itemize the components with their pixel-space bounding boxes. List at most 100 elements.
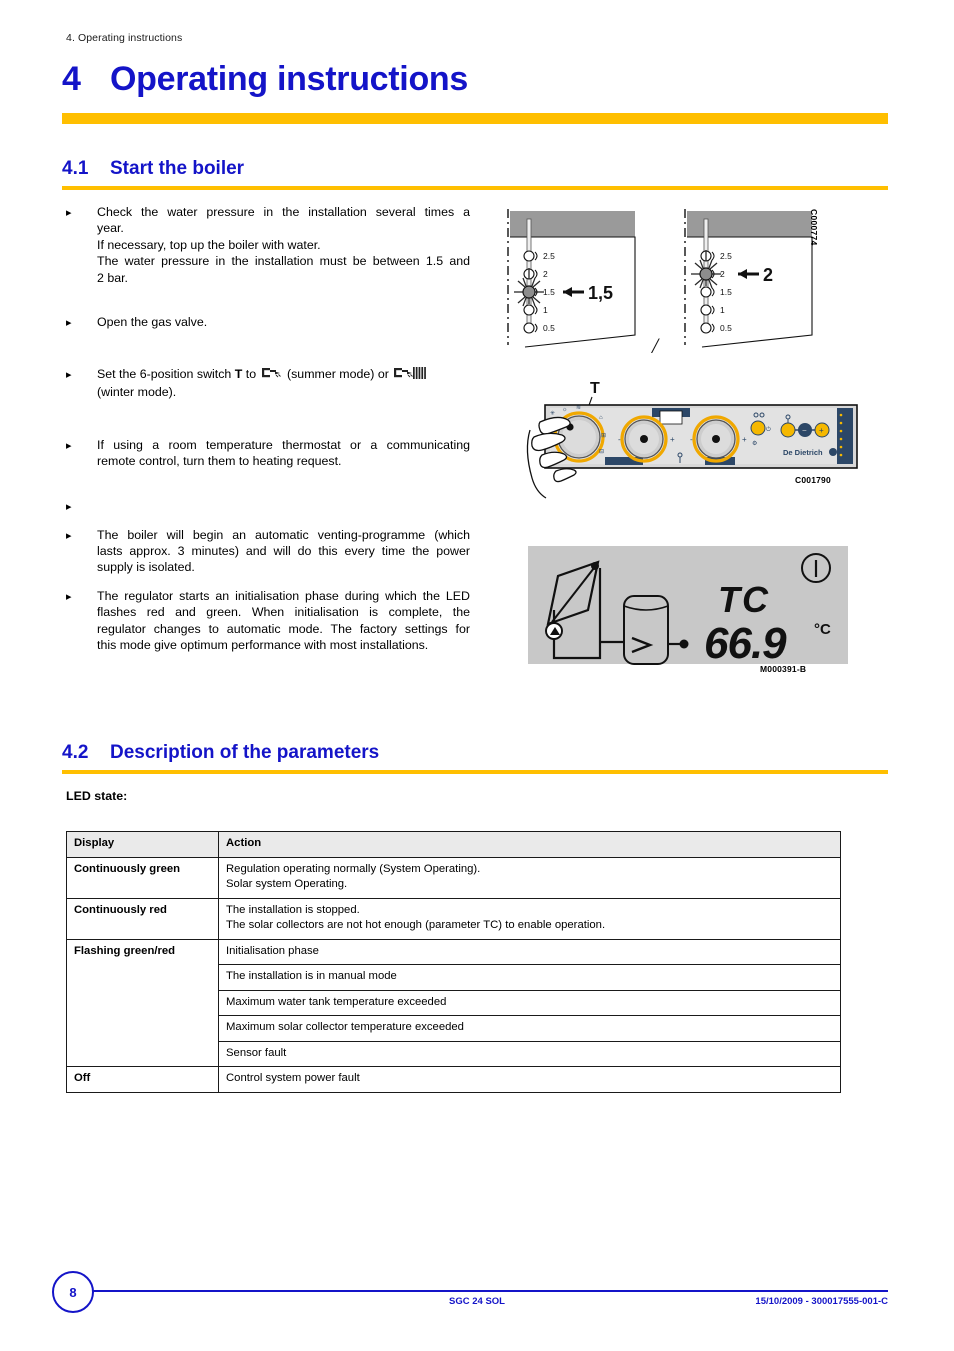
svg-text:1: 1 [543,305,548,315]
cell-action: The installation is stopped. The solar c… [218,897,841,940]
cell-display: Continuously green [66,856,219,899]
list-item-text: The boiler will begin an automatic venti… [97,527,470,576]
text-line: Open the gas valve. [97,315,208,330]
table-row: Flashing green/red Initialisation phase [66,938,841,1067]
svg-text:≋: ≋ [576,405,581,411]
cell-display: Continuously red [66,897,219,940]
svg-text:0.5: 0.5 [720,323,732,333]
chapter-accent-bar [62,113,888,124]
list-item: ▸ Open the gas valve. [66,314,470,331]
list-item: ▸ Check the water pressure in the instal… [66,204,470,286]
text-fragment: to [242,367,260,382]
column-header-display: Display [66,831,219,858]
cell-action: Sensor fault [218,1040,841,1067]
text-fragment: (summer mode) or [283,367,393,382]
tap-radiator-icon [393,366,429,384]
text-line: year. [97,221,124,236]
section-heading-41: 4.1 Start the boiler [62,158,888,190]
section-41-number: 4.1 [62,158,89,179]
section-42-title: Description of the parameters [110,742,380,763]
svg-text:1.5: 1.5 [543,287,555,297]
led-state-table: Display Action Continuously green Regula… [66,831,841,1093]
text-line: 2 bar. [97,270,129,285]
bullet-marker: ▸ [66,207,72,219]
svg-text:+: + [819,426,824,435]
svg-text:+: + [670,435,675,444]
text-line: Check the water pressure in the installa… [97,205,470,219]
list-item-text: If using a room temperature thermostat o… [97,437,470,470]
table-row: Off Control system power fault [66,1066,841,1093]
figure-code-control-panel: C001790 [795,475,831,485]
text-line: remote control, turn them to heating req… [97,454,342,469]
led-state-label: LED state: [66,789,128,803]
svg-text:⚙: ⚙ [752,440,757,447]
list-item: ▸ If using a room temperature thermostat… [66,437,470,470]
svg-text:⊟: ⊟ [599,449,604,455]
svg-text:1: 1 [720,305,725,315]
bullet-marker: ▸ [66,500,72,513]
cell-action: Control system power fault [218,1066,841,1093]
svg-text:1.5: 1.5 [720,287,732,297]
bullet-marker: ▸ [66,317,72,330]
section-heading-42: 4.2 Description of the parameters [62,742,888,774]
action-line: The installation is stopped. [226,903,360,916]
action-line: Solar system Operating. [226,878,348,890]
footer-rule [84,1290,888,1292]
svg-text:2: 2 [720,269,725,279]
bullet-marker: ▸ [66,439,72,452]
list-item: ▸ Set the 6-position switch T to (summer… [66,366,470,401]
tap-icon [261,366,283,384]
cell-action: Maximum solar collector temperature exce… [218,1015,841,1042]
column-header-action: Action [218,831,841,858]
chapter-heading: 4 Operating instructions [62,60,888,99]
figure-code-pressure: C000774 [809,209,819,246]
cell-action: Initialisation phase [218,938,841,965]
figure-lcd-display: TC 66.9 °C M000391-B [528,546,848,674]
svg-text:0.5: 0.5 [543,323,555,333]
cell-action: Maximum water tank temperature exceeded [218,989,841,1016]
svg-text:-: - [690,435,693,444]
svg-text:De Dietrich: De Dietrich [783,448,823,457]
svg-text:2: 2 [543,269,548,279]
text-line: flashes red and green. When initialisati… [97,605,470,620]
running-header: 4. Operating instructions [66,32,183,44]
table-header-row: Display Action [66,831,841,858]
figure-pressure-gauge: 2.5 2 1.5 1 0.5 1,5 / 2.5 2 1.5 1 0.5 2 … [500,205,850,385]
cell-display: Flashing green/red [66,938,219,1067]
chapter-number: 4 [62,60,81,98]
svg-text:T: T [590,380,600,397]
table-row: Continuously green Regulation operating … [66,856,841,899]
list-item: ▸ The regulator starts an initialisation… [66,588,470,654]
text-line: If using a room temperature thermostat o… [97,437,470,452]
list-item-text: Open the gas valve. [97,314,470,331]
text-line: The water pressure in the installation m… [97,254,470,269]
svg-text:⊞: ⊞ [601,433,606,439]
list-item-text: Check the water pressure in the installa… [97,204,470,286]
svg-text:TC: TC [718,579,770,620]
text-line: If necessary, top up the boiler with wat… [97,237,321,252]
table-row: Continuously red The installation is sto… [66,897,841,940]
bullet-marker: ▸ [66,369,72,382]
cell-action: Regulation operating normally (System Op… [218,856,841,899]
text-line: (winter mode). [97,385,177,400]
section-42-accent-bar [62,770,888,774]
svg-text:−: − [802,426,807,435]
cell-action: The installation is in manual mode [218,964,841,991]
text-line: supply is isolated. [97,560,195,575]
svg-text:2: 2 [763,265,773,285]
svg-text:+: + [742,435,747,444]
text-line: lasts approx. 3 minutes) and will do thi… [97,544,470,559]
figure-control-panel: T ✳ ☼ ≋ ⌂ ⊞ ⊟ - + - + ⏻ ⚙ − + De Dietric… [500,375,865,500]
list-item-text [97,498,470,515]
bullet-marker: ▸ [66,590,72,603]
footer-document-ref: 15/10/2009 - 300017555-001-C [755,1296,888,1307]
list-item: ▸ [66,498,470,515]
svg-text:66.9: 66.9 [704,619,787,668]
svg-text:-: - [618,435,621,444]
svg-text:°C: °C [814,621,831,638]
text-fragment: Set the 6-position switch [97,367,235,382]
action-line: Regulation operating normally (System Op… [226,862,481,875]
list-item: ▸ The boiler will begin an automatic ven… [66,527,470,576]
text-line: regulator changes to automatic mode. The… [97,621,470,636]
list-item-text: Set the 6-position switch T to (summer m… [97,366,470,401]
